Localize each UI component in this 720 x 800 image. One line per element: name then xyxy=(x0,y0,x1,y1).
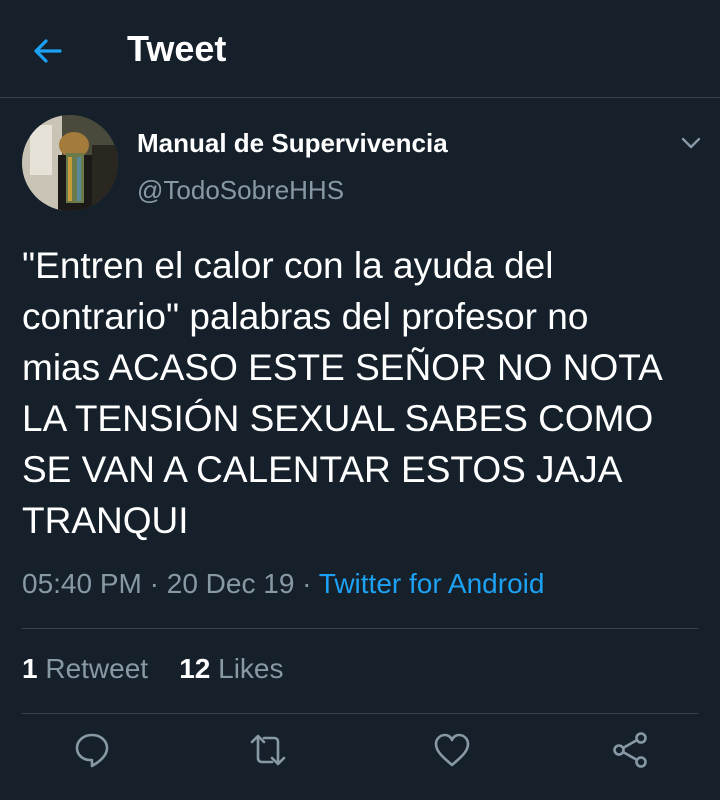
share-icon[interactable] xyxy=(610,730,650,770)
tweet-stats: 1 Retweet 12 Likes xyxy=(22,653,284,685)
arrow-left-icon[interactable] xyxy=(30,33,66,69)
heart-icon[interactable] xyxy=(432,730,472,770)
tweet-date: 20 Dec 19 xyxy=(166,568,295,599)
divider xyxy=(22,713,698,714)
retweets-count: 1 xyxy=(22,653,38,684)
page-title: Tweet xyxy=(127,28,227,69)
retweets-label: Retweet xyxy=(45,653,149,684)
tweet-source-link[interactable]: Twitter for Android xyxy=(319,568,545,599)
likes-stat[interactable]: 12 Likes xyxy=(179,653,283,684)
retweets-stat[interactable]: 1 Retweet xyxy=(22,653,148,684)
tweet-meta: 05:40 PM · 20 Dec 19 · Twitter for Andro… xyxy=(22,568,544,600)
likes-count: 12 xyxy=(179,653,211,684)
avatar[interactable] xyxy=(22,115,118,211)
action-bar xyxy=(0,730,720,776)
meta-separator: · xyxy=(294,568,319,599)
meta-separator: · xyxy=(141,568,167,599)
author-name[interactable]: Manual de Supervivencia xyxy=(137,128,448,159)
reply-icon[interactable] xyxy=(72,730,112,770)
tweet-time: 05:40 PM xyxy=(22,568,142,599)
author-handle[interactable]: @TodoSobreHHS xyxy=(137,175,344,206)
divider xyxy=(22,628,698,629)
tweet-text: "Entren el calor con la ayuda del contra… xyxy=(22,245,663,541)
top-bar: Tweet xyxy=(0,0,720,98)
likes-label: Likes xyxy=(218,653,284,684)
retweet-icon[interactable] xyxy=(248,730,288,770)
chevron-down-icon[interactable] xyxy=(678,130,704,156)
